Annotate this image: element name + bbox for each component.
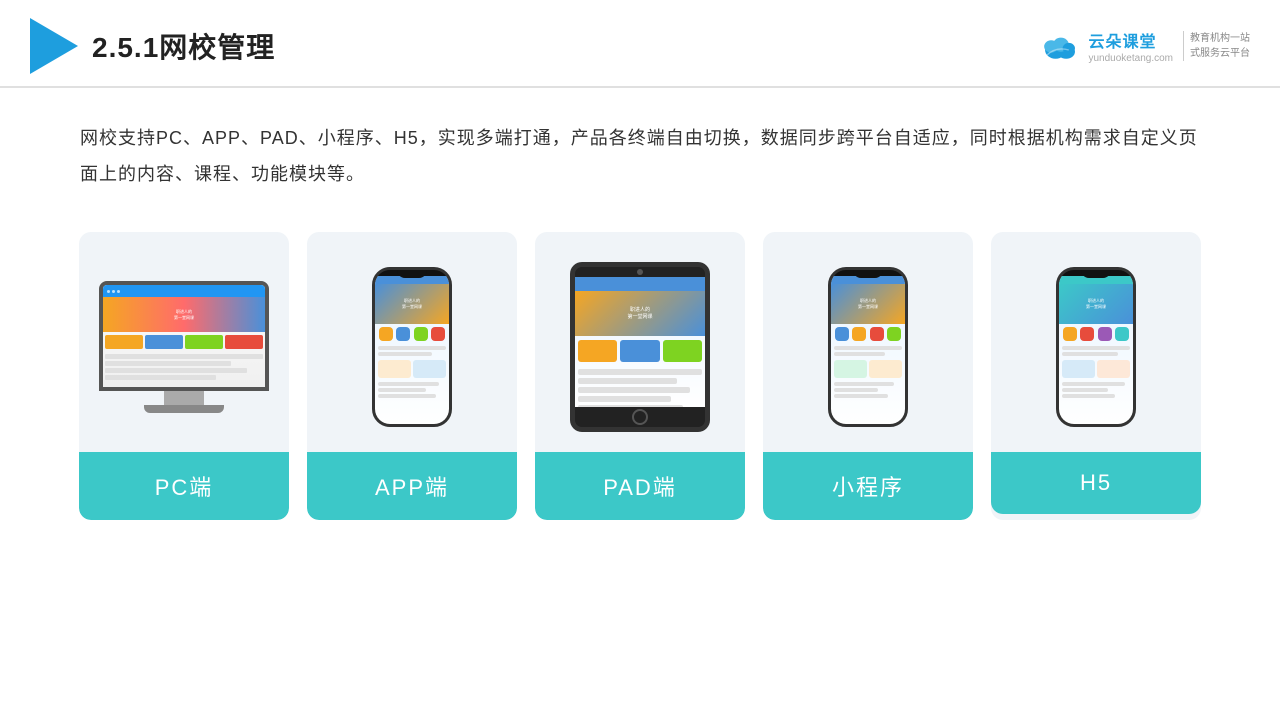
- brand-logo: 云朵课堂 yunduoketang.com 教育机构一站 式服务云平台: [1038, 28, 1250, 64]
- card-pad: 职进人的第一堂网课: [535, 232, 745, 520]
- card-pad-image: 职进人的第一堂网课: [535, 232, 745, 452]
- card-h5: 职进人的第一堂网课: [991, 232, 1201, 520]
- brand-name-cn: 云朵课堂 yunduoketang.com: [1088, 28, 1173, 64]
- page-title: 2.5.1网校管理: [92, 26, 275, 66]
- card-miniprogram: 职进人的第一堂网课: [763, 232, 973, 520]
- card-app-label: APP端: [307, 452, 517, 520]
- card-app-image: 职进人的第一堂网课: [307, 232, 517, 452]
- cards-container: 职进人的第一堂网课: [60, 232, 1220, 520]
- logo-triangle-icon: [30, 18, 78, 74]
- card-h5-image: 职进人的第一堂网课: [991, 232, 1201, 452]
- cloud-icon: [1038, 30, 1082, 62]
- phone-mockup-miniprogram: 职进人的第一堂网课: [828, 267, 908, 427]
- description-text: 网校支持PC、APP、PAD、小程序、H5，实现多端打通，产品各终端自由切换，数…: [80, 120, 1200, 192]
- card-pc: 职进人的第一堂网课: [79, 232, 289, 520]
- page-header: 2.5.1网校管理 云朵课堂 yunduoketang.com 教育机构一站 式…: [0, 0, 1280, 88]
- phone-mockup-app: 职进人的第一堂网课: [372, 267, 452, 427]
- header-left: 2.5.1网校管理: [30, 18, 275, 74]
- card-pc-image: 职进人的第一堂网课: [79, 232, 289, 452]
- card-pad-label: PAD端: [535, 452, 745, 520]
- card-app: 职进人的第一堂网课: [307, 232, 517, 520]
- phone-mockup-h5: 职进人的第一堂网课: [1056, 267, 1136, 427]
- pc-monitor: 职进人的第一堂网课: [99, 281, 269, 413]
- card-pc-label: PC端: [79, 452, 289, 520]
- header-right: 云朵课堂 yunduoketang.com 教育机构一站 式服务云平台: [1038, 28, 1250, 64]
- card-h5-label: H5: [991, 452, 1201, 514]
- monitor-body: 职进人的第一堂网课: [99, 281, 269, 391]
- tablet-mockup: 职进人的第一堂网课: [570, 262, 710, 432]
- card-miniprogram-label: 小程序: [763, 452, 973, 520]
- card-miniprogram-image: 职进人的第一堂网课: [763, 232, 973, 452]
